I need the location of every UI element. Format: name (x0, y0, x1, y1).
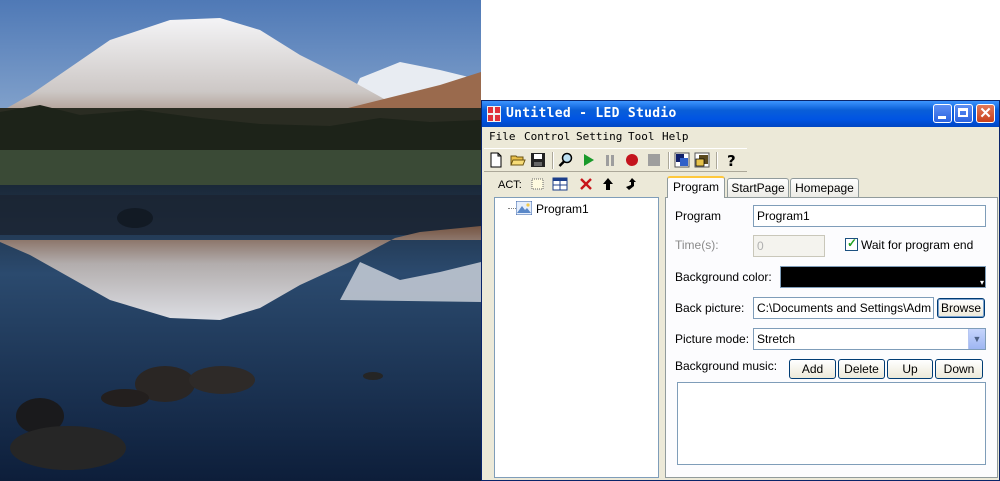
search-icon[interactable] (558, 152, 574, 168)
maximize-icon (958, 108, 968, 117)
record-icon[interactable] (624, 152, 640, 168)
program-tree[interactable]: Program1 (494, 197, 659, 478)
maximize-button[interactable] (954, 104, 973, 123)
close-icon: ✕ (979, 105, 992, 122)
svg-text:?: ? (727, 152, 736, 168)
play-icon[interactable] (580, 152, 596, 168)
chevron-down-icon[interactable]: ▼ (968, 329, 985, 349)
back-picture-input[interactable]: C:\Documents and Settings\Adm (753, 297, 934, 319)
background-color-label: Background color: (675, 270, 772, 284)
menu-help[interactable]: Help (662, 130, 689, 143)
led-studio-window: Untitled - LED Studio ✕ File Control Set… (481, 100, 1000, 481)
tab-program[interactable]: Program (667, 176, 725, 198)
pause-icon[interactable] (602, 152, 618, 168)
open-folder-icon[interactable] (510, 152, 526, 168)
checkmark-icon: ✓ (847, 236, 858, 250)
program-name-input[interactable]: Program1 (753, 205, 986, 227)
title-bar[interactable]: Untitled - LED Studio ✕ (482, 101, 999, 127)
menu-control[interactable]: Control (524, 130, 570, 143)
toolbar-separator (716, 152, 718, 169)
add-music-button[interactable]: Add (789, 359, 836, 379)
browse-button[interactable]: Browse (937, 298, 985, 318)
program-icon (516, 201, 532, 215)
new-program-icon[interactable] (530, 176, 546, 192)
picture-mode-label: Picture mode: (675, 332, 750, 346)
tree-connector (508, 208, 516, 209)
help-icon[interactable]: ? (724, 152, 740, 168)
background-color-picker[interactable]: ▾ (780, 266, 986, 288)
picture-mode-select[interactable]: Stretch ▼ (753, 328, 986, 350)
tree-item-program1[interactable]: Program1 (536, 202, 589, 216)
stop-icon[interactable] (646, 152, 662, 168)
window-icon[interactable] (674, 152, 690, 168)
back-picture-label: Back picture: (675, 301, 745, 315)
wait-label: Wait for program end (861, 238, 974, 252)
move-down-icon[interactable] (623, 176, 639, 192)
tab-homepage[interactable]: Homepage (790, 178, 859, 197)
window-stack-icon[interactable] (694, 152, 710, 168)
move-music-up-button[interactable]: Up (887, 359, 933, 379)
toolbar-separator (668, 152, 670, 169)
minimize-icon (938, 116, 946, 119)
delete-music-button[interactable]: Delete (838, 359, 885, 379)
tab-startpage[interactable]: StartPage (727, 178, 789, 197)
move-music-down-button[interactable]: Down (935, 359, 983, 379)
background-music-label: Background music: (675, 359, 778, 373)
delete-icon[interactable] (578, 176, 594, 192)
new-file-icon[interactable] (488, 152, 504, 168)
app-icon (487, 106, 501, 122)
save-icon[interactable] (530, 152, 546, 168)
wait-checkbox[interactable]: ✓ (845, 236, 858, 251)
menu-tool[interactable]: Tool (628, 130, 655, 143)
time-input[interactable]: 0 (753, 235, 825, 257)
landscape-photo (0, 0, 481, 481)
toolbar: ? (484, 148, 747, 172)
act-label: ACT: (498, 179, 522, 191)
menu-bar: File Control Setting Tool Help (482, 127, 999, 147)
grid-area-icon[interactable] (552, 176, 568, 192)
menu-file[interactable]: File (489, 130, 516, 143)
close-button[interactable]: ✕ (976, 104, 995, 123)
move-up-icon[interactable] (600, 176, 616, 192)
minimize-button[interactable] (933, 104, 952, 123)
background-music-list[interactable] (677, 382, 986, 465)
picture-mode-value: Stretch (757, 332, 796, 346)
menu-setting[interactable]: Setting (576, 130, 622, 143)
window-title: Untitled - LED Studio (506, 106, 677, 121)
toolbar-separator (552, 152, 554, 169)
time-label: Time(s): (675, 238, 719, 252)
dropdown-corner-icon: ▾ (979, 278, 984, 287)
program-label: Program (675, 209, 722, 223)
